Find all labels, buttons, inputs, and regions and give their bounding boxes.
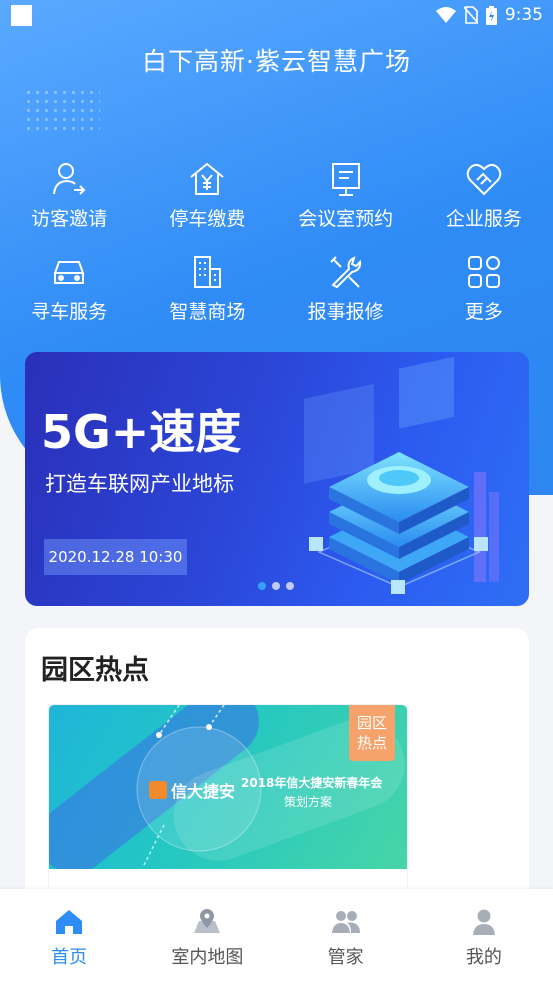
promo-banner[interactable]: 5G+速度 打造车联网产业地标 2020.12.28 10:30 bbox=[25, 352, 529, 606]
tab-butler[interactable]: 管家 bbox=[277, 907, 415, 969]
hot-news-card[interactable]: 信大捷安 2018年信大捷安新春年会 策划方案 园区 热点 bbox=[48, 704, 408, 894]
brand-logo bbox=[149, 781, 167, 799]
battery-icon bbox=[485, 5, 497, 25]
map-pin-icon bbox=[194, 909, 221, 933]
hot-tag-line2: 热点 bbox=[356, 734, 387, 752]
hot-section: 园区热点 信大捷安 2018年信大捷安新春年会 策划方案 园区 热点 bbox=[25, 628, 529, 928]
service-smart-mall[interactable]: 智慧商场 bbox=[138, 253, 276, 324]
hot-section-title: 园区热点 bbox=[41, 655, 149, 686]
board-icon bbox=[331, 163, 360, 196]
service-find-car[interactable]: 寻车服务 bbox=[0, 253, 138, 324]
card-brand: 信大捷安 bbox=[171, 782, 236, 801]
pager-dot-1[interactable] bbox=[258, 582, 266, 590]
banner-subtitle: 打造车联网产业地标 bbox=[45, 472, 234, 496]
yen-house-icon bbox=[190, 162, 225, 195]
card-subtitle: 策划方案 bbox=[284, 795, 333, 809]
card-headline: 2018年信大捷安新春年会 bbox=[241, 776, 383, 790]
bottom-tab-bar: 首页 室内地图 管家 我的 bbox=[0, 889, 553, 983]
notification-icon bbox=[11, 4, 32, 26]
user-arrow-icon bbox=[53, 163, 86, 195]
no-sim-icon bbox=[463, 6, 478, 24]
status-bar: 9:35 bbox=[0, 0, 553, 30]
building-icon bbox=[194, 256, 222, 288]
home-icon bbox=[56, 910, 83, 934]
handshake-heart-icon bbox=[466, 163, 502, 196]
person-icon bbox=[472, 909, 495, 935]
service-more[interactable]: 更多 bbox=[415, 253, 553, 324]
banner-pager[interactable] bbox=[258, 582, 294, 590]
service-grid: 访客邀请 停车缴费 会议室预约 企业服务 寻车服务 智慧商场 报事报修 更多 bbox=[0, 160, 553, 324]
pager-dot-3[interactable] bbox=[286, 582, 294, 590]
banner-title: 5G+速度 bbox=[41, 405, 242, 459]
dot-pattern bbox=[24, 88, 100, 132]
grid-icon bbox=[467, 256, 500, 288]
hot-tag-line1: 园区 bbox=[356, 714, 387, 732]
tab-indoor-map[interactable]: 室内地图 bbox=[138, 907, 276, 969]
service-repair[interactable]: 报事报修 bbox=[277, 253, 415, 324]
wrench-screwdriver-icon bbox=[329, 256, 361, 289]
service-enterprise[interactable]: 企业服务 bbox=[415, 160, 553, 231]
wifi-icon bbox=[435, 7, 456, 23]
car-icon bbox=[54, 261, 85, 284]
clock: 9:35 bbox=[504, 5, 543, 25]
banner-date: 2020.12.28 10:30 bbox=[44, 539, 187, 575]
service-parking-fee[interactable]: 停车缴费 bbox=[138, 160, 276, 231]
page-title: 白下高新·紫云智慧广场 bbox=[142, 47, 411, 76]
tab-mine[interactable]: 我的 bbox=[415, 907, 553, 969]
service-meeting-room[interactable]: 会议室预约 bbox=[277, 160, 415, 231]
server-illustration bbox=[304, 356, 499, 594]
hot-tag: 园区 热点 bbox=[349, 705, 395, 761]
tab-home[interactable]: 首页 bbox=[0, 907, 138, 969]
people-icon bbox=[331, 911, 360, 933]
service-visitor-invite[interactable]: 访客邀请 bbox=[0, 160, 138, 231]
pager-dot-2[interactable] bbox=[272, 582, 280, 590]
